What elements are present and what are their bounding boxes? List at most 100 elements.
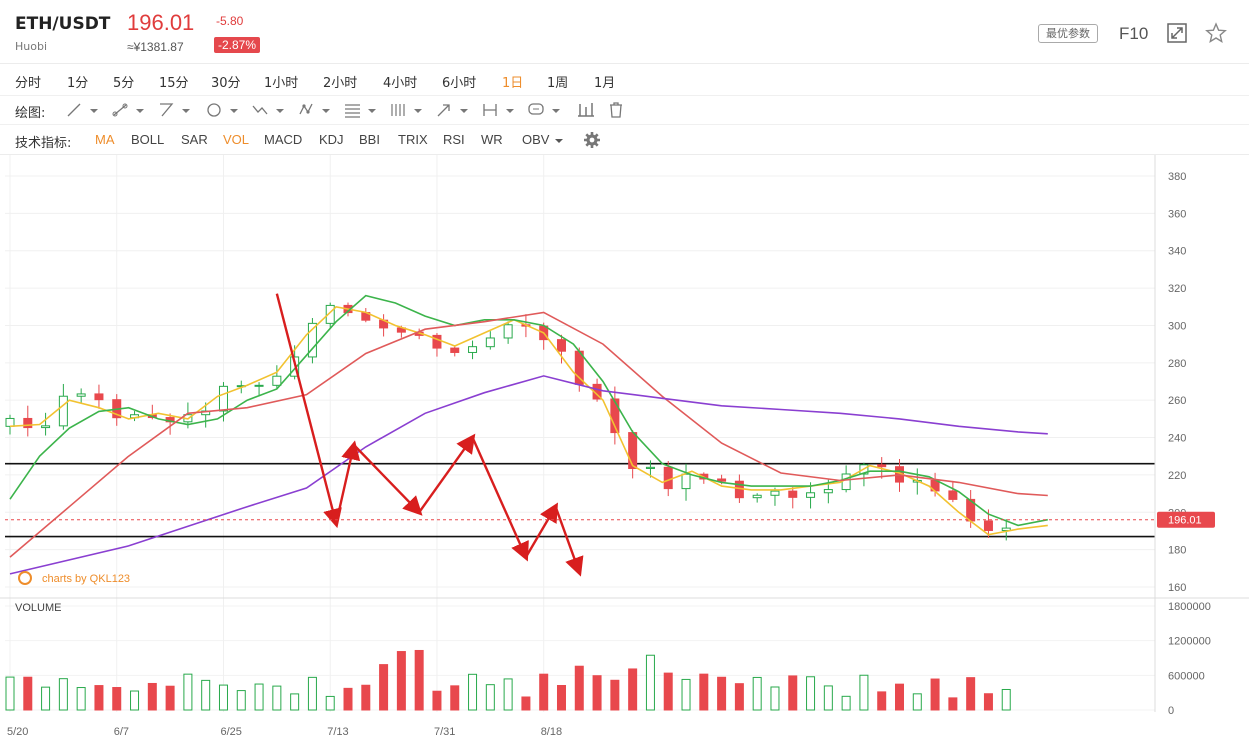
best-params-button[interactable]: 最优参数 — [1038, 24, 1098, 43]
volume-bar — [112, 687, 122, 711]
indicator-sar[interactable]: SAR — [181, 132, 208, 147]
volume-bar — [556, 685, 566, 711]
volume-bar — [592, 675, 602, 711]
obv-dropdown-icon[interactable] — [554, 137, 564, 145]
price-chart[interactable]: 380360340320300280260240220200180160 180… — [0, 155, 1249, 750]
volume-bar — [610, 679, 620, 711]
volume-bar — [1001, 688, 1011, 711]
period-tab[interactable]: 分时 — [15, 72, 41, 91]
volume-bar — [717, 676, 727, 711]
line-tool-icon[interactable] — [64, 100, 100, 120]
volume-bar — [503, 678, 513, 711]
annotation-arrow — [334, 440, 361, 524]
volume-bar — [343, 687, 353, 711]
pattern-tool-icon[interactable] — [296, 100, 332, 120]
gear-icon[interactable] — [583, 131, 601, 149]
volume-bar — [823, 685, 833, 711]
candle-body — [94, 393, 104, 401]
candle-body — [254, 384, 264, 387]
candle-body — [218, 385, 228, 412]
period-tab[interactable]: 1分 — [67, 72, 88, 91]
bars-tool-icon[interactable] — [576, 100, 596, 120]
price-tick-label: 160 — [1168, 582, 1186, 594]
indicator-wr[interactable]: WR — [481, 132, 503, 147]
volume-bar — [23, 676, 33, 711]
candle-body — [5, 417, 15, 427]
date-tick-label: 7/31 — [434, 726, 455, 738]
annotation-arrow — [554, 506, 584, 577]
wave-tool-icon[interactable] — [250, 100, 286, 120]
volume-bar — [663, 672, 673, 711]
indicator-bbi[interactable]: BBI — [359, 132, 380, 147]
period-tab[interactable]: 4小时 — [383, 72, 417, 91]
volume-panel-label: VOLUME — [15, 602, 61, 614]
f10-button[interactable]: F10 — [1119, 24, 1148, 44]
indicator-trix[interactable]: TRIX — [398, 132, 428, 147]
date-tick-label: 5/20 — [7, 726, 28, 738]
measure-tool-icon[interactable] — [480, 100, 516, 120]
indicator-ma[interactable]: MA — [95, 132, 115, 147]
period-tab[interactable]: 15分 — [159, 72, 189, 91]
indicator-macd[interactable]: MACD — [264, 132, 302, 147]
period-tab[interactable]: 1月 — [594, 72, 615, 91]
trash-icon[interactable] — [606, 100, 626, 120]
candle-body — [628, 432, 638, 469]
period-tab[interactable]: 1周 — [547, 72, 568, 91]
volume-bar — [485, 684, 495, 711]
period-tab[interactable]: 2小时 — [323, 72, 357, 91]
volume-bar — [272, 685, 282, 711]
volume-bar — [183, 673, 193, 711]
indicator-boll[interactable]: BOLL — [131, 132, 164, 147]
channel-tool-icon[interactable] — [388, 100, 424, 120]
price-tick-label: 340 — [1168, 246, 1186, 258]
indicator-rsi[interactable]: RSI — [443, 132, 465, 147]
moving-average-lines — [9, 294, 1048, 575]
arrow-tool-icon[interactable] — [434, 100, 470, 120]
ma-line-ma10 — [9, 294, 1048, 527]
volume-bar — [236, 690, 246, 711]
volume-bar — [788, 675, 798, 711]
candle-body — [983, 520, 993, 531]
ma-line-ma30 — [9, 311, 1048, 558]
volume-bar — [859, 674, 869, 711]
segment-tool-icon[interactable] — [110, 100, 146, 120]
volume-bar — [468, 673, 478, 711]
volume-bars — [5, 649, 1011, 711]
period-tab[interactable]: 6小时 — [442, 72, 476, 91]
period-tab[interactable]: 30分 — [211, 72, 241, 91]
star-icon[interactable] — [1205, 22, 1227, 44]
period-tab-active[interactable]: 1日 — [502, 72, 523, 91]
fullscreen-icon[interactable] — [1166, 22, 1188, 44]
volume-bar — [450, 685, 460, 711]
candle-body — [23, 417, 33, 429]
indicator-label: 技术指标: — [15, 136, 72, 151]
shape-tool-icon[interactable] — [204, 100, 240, 120]
candle-body — [823, 489, 833, 494]
indicator-obv[interactable]: OBV — [522, 132, 549, 147]
volume-bar — [539, 673, 549, 711]
period-tab[interactable]: 5分 — [113, 72, 134, 91]
indicator-kdj[interactable]: KDJ — [319, 132, 344, 147]
volume-bar — [379, 664, 389, 711]
fib-tool-icon[interactable] — [342, 100, 378, 120]
volume-bar — [734, 683, 744, 711]
volume-bar — [94, 685, 104, 711]
candle-body — [503, 324, 513, 339]
volume-bar — [5, 676, 15, 711]
volume-axis: 1800000 1200000 600000 0 — [1168, 601, 1211, 717]
volume-bar — [806, 676, 816, 711]
candle-body — [468, 346, 478, 353]
note-tool-icon[interactable] — [526, 100, 562, 120]
period-tab[interactable]: 1小时 — [264, 72, 298, 91]
ray-tool-icon[interactable] — [156, 100, 192, 120]
indicator-vol[interactable]: VOL — [223, 132, 249, 147]
candle-body — [752, 494, 762, 499]
price-tick-label: 320 — [1168, 283, 1186, 295]
price-change-pct: -2.87% — [214, 37, 261, 53]
volume-bar — [165, 685, 175, 711]
current-price-label: 196.01 — [1168, 515, 1202, 527]
drawing-label: 绘图: — [15, 106, 46, 121]
symbol-title: ETH/USDT — [15, 14, 111, 34]
candle-body — [272, 375, 282, 386]
volume-bar — [930, 678, 940, 711]
